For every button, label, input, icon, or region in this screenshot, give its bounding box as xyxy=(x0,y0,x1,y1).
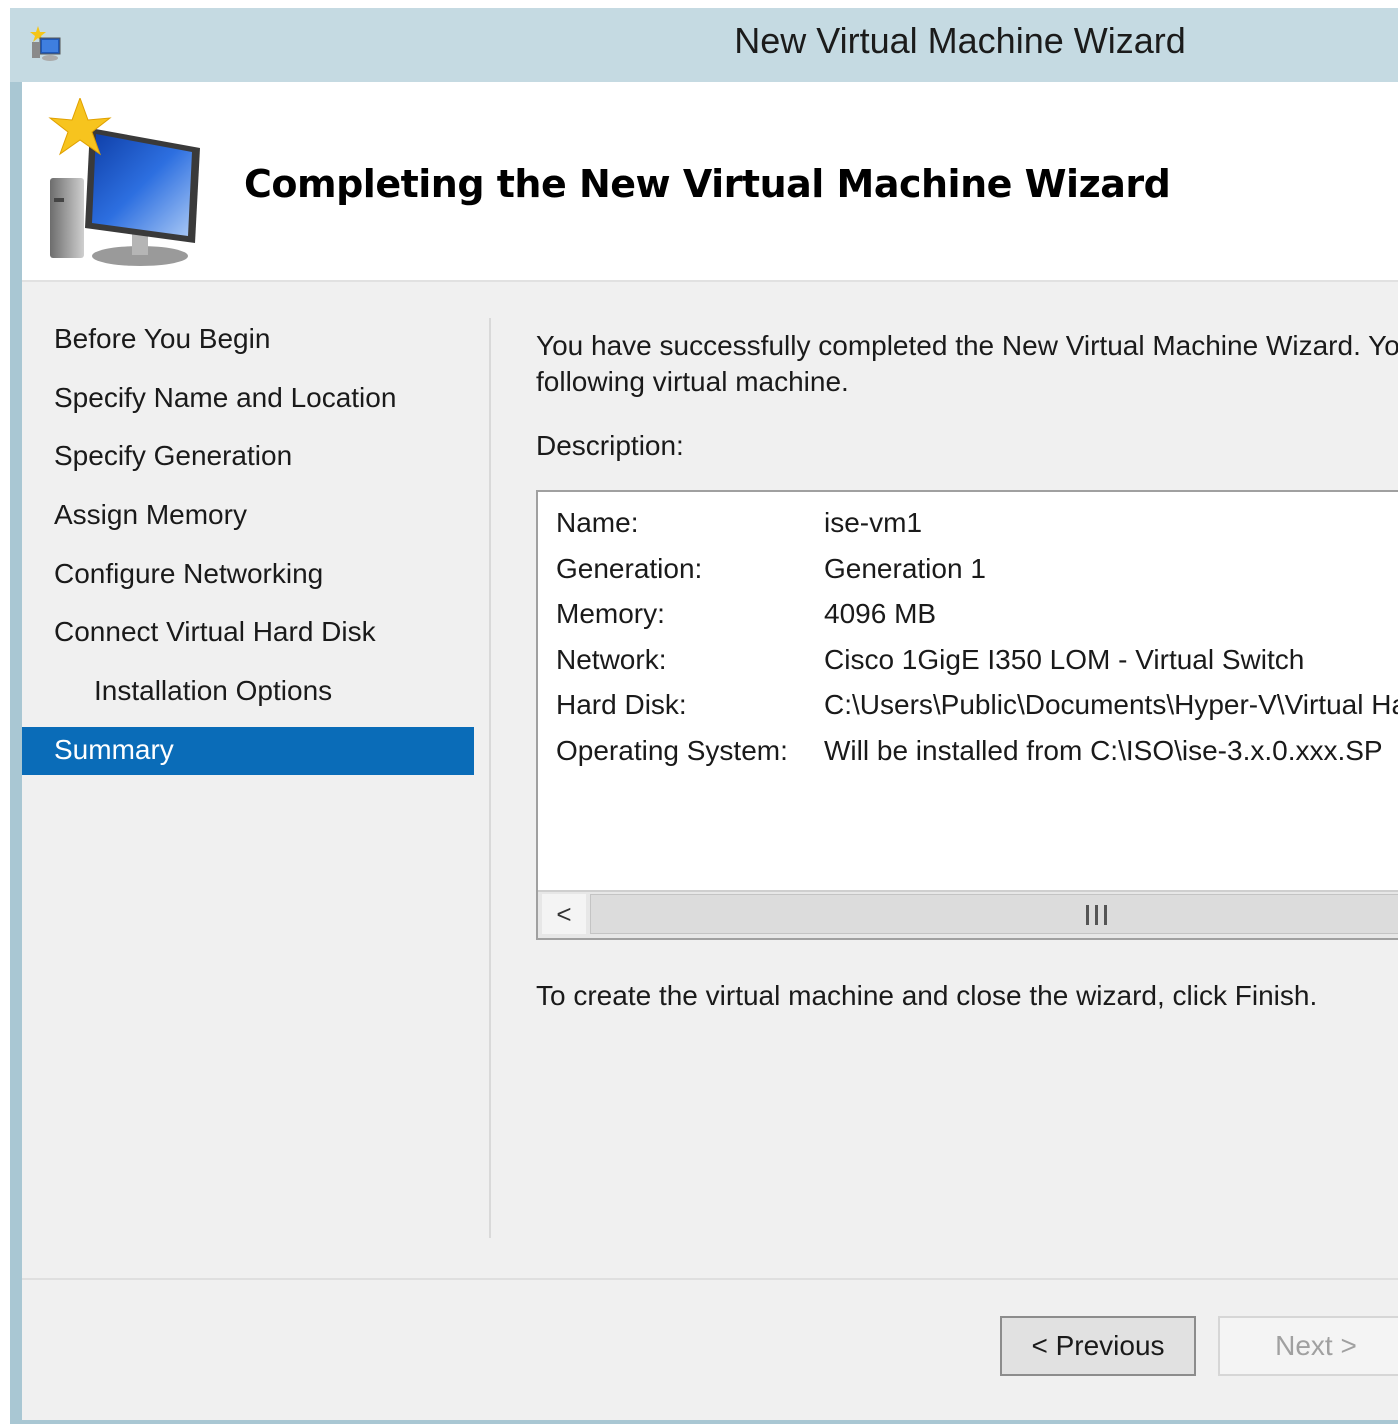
wizard-page-title: Completing the New Virtual Machine Wizar… xyxy=(244,162,1171,206)
wizard-steps-nav: Before You Begin Specify Name and Locati… xyxy=(22,316,474,786)
description-value: 4096 MB xyxy=(824,598,937,629)
description-key: Name: xyxy=(556,507,639,538)
nav-divider xyxy=(489,318,491,1238)
description-key: Memory: xyxy=(556,598,665,629)
description-value: Generation 1 xyxy=(824,552,986,584)
horizontal-scrollbar[interactable]: < xyxy=(538,890,1398,938)
step-connect-virtual-hard-disk[interactable]: Connect Virtual Hard Disk xyxy=(22,609,474,657)
finish-instruction: To create the virtual machine and close … xyxy=(536,980,1318,1011)
window-title: New Virtual Machine Wizard xyxy=(734,20,1186,61)
step-before-you-begin[interactable]: Before You Begin xyxy=(22,316,474,364)
scrollbar-thumb[interactable] xyxy=(590,894,1398,934)
step-summary[interactable]: Summary xyxy=(22,726,474,775)
step-installation-options[interactable]: Installation Options xyxy=(22,668,474,716)
description-key: Operating System: xyxy=(556,734,788,766)
step-assign-memory[interactable]: Assign Memory xyxy=(22,492,474,540)
description-row-memory: Memory: 4096 MB xyxy=(556,593,1398,639)
description-row-generation: Generation: Generation 1 xyxy=(556,548,1398,594)
description-row-network: Network: Cisco 1GigE I350 LOM - Virtual S… xyxy=(556,639,1398,685)
description-value: Cisco 1GigE I350 LOM - Virtual Switch xyxy=(824,643,1305,675)
completion-message-line-1: You have successfully completed the New … xyxy=(536,330,1398,361)
description-value: Will be installed from C:\ISO\ise-3.x.0.… xyxy=(824,734,1383,766)
scroll-left-arrow-icon[interactable]: < xyxy=(542,894,586,934)
description-key: Network: xyxy=(556,643,667,675)
description-row-hard-disk: Hard Disk: C:\Users\Public\Documents\Hype… xyxy=(556,684,1398,730)
completion-message-line-2: following virtual machine. xyxy=(536,366,849,397)
description-label: Description: xyxy=(536,430,684,461)
wizard-client-area: Completing the New Virtual Machine Wizar… xyxy=(22,82,1398,1420)
completion-message: You have successfully completed the New … xyxy=(536,328,1398,400)
description-value: C:\Users\Public\Documents\Hyper-V\Virtua… xyxy=(824,689,1398,720)
description-value: ise-vm1 xyxy=(824,507,923,538)
wizard-window: New Virtual Machine Wizard Completing th… xyxy=(10,8,1398,1424)
step-specify-generation[interactable]: Specify Generation xyxy=(22,433,474,481)
description-row-operating-system: Operating System: Will be installed from … xyxy=(556,730,1398,776)
footer-divider xyxy=(22,1278,1398,1280)
description-row-name: Name: ise-vm1 xyxy=(556,502,1398,548)
previous-button[interactable]: < Previous xyxy=(1000,1316,1196,1376)
description-rows: Name: ise-vm1 Generation: Generation 1 Mem… xyxy=(556,502,1398,775)
step-configure-networking[interactable]: Configure Networking xyxy=(22,551,474,599)
description-box[interactable]: Name: ise-vm1 Generation: Generation 1 Mem… xyxy=(536,490,1398,940)
new-vm-monitor-star-icon xyxy=(48,98,200,266)
wizard-header: Completing the New Virtual Machine Wizar… xyxy=(22,82,1398,282)
step-specify-name-location[interactable]: Specify Name and Location xyxy=(22,375,474,423)
description-key: Hard Disk: xyxy=(556,689,687,720)
scrollbar-grip-icon xyxy=(1086,905,1108,925)
description-key: Generation: xyxy=(556,552,703,584)
next-button[interactable]: Next > xyxy=(1218,1316,1398,1376)
title-bar[interactable]: New Virtual Machine Wizard xyxy=(10,8,1398,82)
